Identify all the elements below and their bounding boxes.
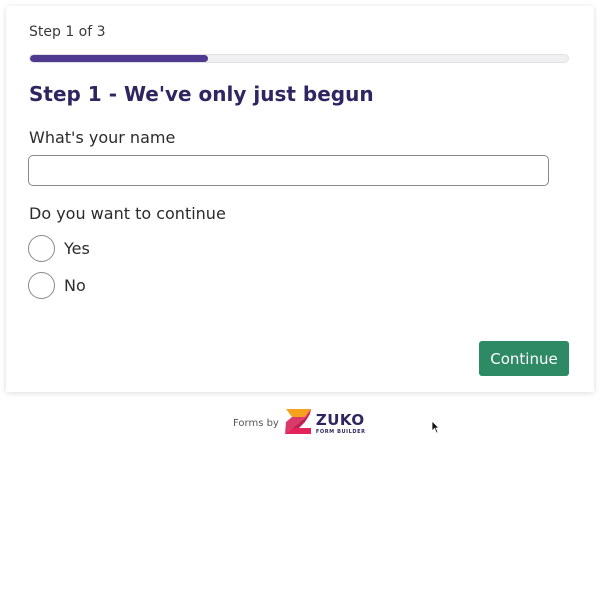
forms-by-label: Forms by	[233, 418, 279, 429]
radio-option-no[interactable]: No	[28, 272, 86, 299]
name-input[interactable]	[28, 155, 549, 186]
form-card: Step 1 of 3 Step 1 - We've only just beg…	[6, 6, 594, 392]
zuko-logo-link[interactable]: ZUKO FORM BUILDER	[283, 408, 366, 439]
radio-circle-no[interactable]	[28, 272, 55, 299]
page-title: Step 1 - We've only just begun	[29, 82, 374, 106]
footer-branding: Forms by ZUKO FORM BUILDER	[233, 408, 366, 439]
zuko-logo-icon	[283, 408, 313, 439]
continue-question-label: Do you want to continue	[29, 204, 226, 223]
radio-label-yes: Yes	[64, 239, 90, 258]
name-question-label: What's your name	[29, 128, 176, 147]
continue-button[interactable]: Continue	[479, 341, 569, 376]
radio-circle-yes[interactable]	[28, 235, 55, 262]
progress-bar	[29, 54, 569, 63]
step-indicator: Step 1 of 3	[29, 24, 106, 40]
radio-label-no: No	[64, 276, 86, 295]
zuko-logo-word: ZUKO	[315, 410, 365, 429]
mouse-cursor-icon	[431, 419, 440, 438]
radio-option-yes[interactable]: Yes	[28, 235, 90, 262]
progress-bar-fill	[30, 55, 208, 62]
zuko-logo-subtitle: FORM BUILDER	[315, 428, 366, 435]
